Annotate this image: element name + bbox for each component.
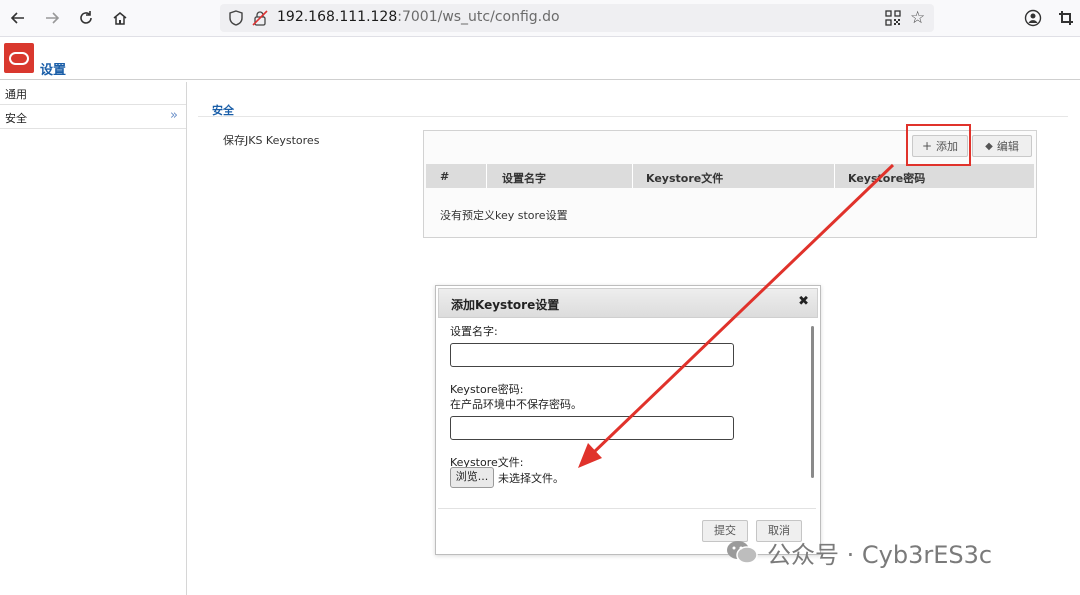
bookmark-star-icon[interactable]: ☆ (910, 8, 925, 28)
qr-code-icon[interactable] (885, 10, 901, 26)
watermark-text: 公众号 · Cyb3rES3c (767, 540, 993, 569)
table-header: # 设置名字 Keystore文件 Keystore密码 (426, 164, 1034, 188)
app-header: 设置 (0, 37, 1080, 80)
column-header-label: Keystore密码 (848, 172, 926, 185)
double-chevron-right-icon: » (170, 108, 178, 123)
sidebar-item-label: 通用 (5, 88, 27, 101)
dialog-header[interactable]: 添加Keystore设置 ✖ (438, 288, 818, 318)
dialog-scrollbar[interactable] (811, 326, 814, 478)
add-keystore-dialog: 添加Keystore设置 ✖ 设置名字: Keystore密码: 在产品环境中不… (435, 285, 821, 555)
account-icon[interactable] (1024, 9, 1042, 27)
no-file-selected-text: 未选择文件。 (498, 472, 564, 485)
empty-table-message: 没有预定义key store设置 (440, 209, 568, 222)
sidebar: 通用 安全 » (0, 82, 187, 595)
sidebar-item-label: 安全 (5, 112, 27, 125)
password-hint: 在产品环境中不保存密码。 (450, 398, 582, 411)
dialog-title: 添加Keystore设置 (451, 298, 560, 312)
password-label: Keystore密码: (450, 383, 524, 396)
url-path: :7001/ws_utc/config.do (397, 9, 560, 25)
sidebar-item-general[interactable]: 通用 (0, 82, 186, 105)
home-icon[interactable] (110, 8, 130, 28)
url-text[interactable]: 192.168.111.128:7001/ws_utc/config.do (277, 9, 560, 25)
browse-button[interactable]: 浏览... (450, 467, 494, 488)
url-host: 192.168.111.128 (277, 9, 398, 25)
forward-icon[interactable] (42, 8, 62, 28)
column-header-label: 设置名字 (502, 172, 546, 185)
oracle-logo-icon (4, 43, 34, 73)
insecure-lock-icon[interactable] (252, 10, 268, 26)
back-icon[interactable] (8, 8, 28, 28)
column-header[interactable]: Keystore文件 (634, 164, 835, 188)
shield-icon[interactable] (228, 10, 244, 26)
name-label: 设置名字: (450, 325, 498, 338)
sidebar-item-security[interactable]: 安全 » (0, 106, 186, 129)
reload-icon[interactable] (76, 8, 96, 28)
address-bar[interactable]: 192.168.111.128:7001/ws_utc/config.do ☆ (220, 4, 934, 32)
watermark: 公众号 · Cyb3rES3c (725, 533, 992, 571)
dialog-divider (438, 508, 816, 509)
column-header[interactable]: 设置名字 (488, 164, 633, 188)
setting-name-input[interactable] (450, 343, 734, 367)
column-header-label: Keystore文件 (646, 172, 724, 185)
tag-icon: ◆ (985, 140, 993, 152)
keystore-password-input[interactable] (450, 416, 734, 440)
column-header[interactable]: Keystore密码 (836, 164, 1034, 188)
app-title: 设置 (40, 63, 67, 78)
edit-button[interactable]: ◆ 编辑 (972, 135, 1032, 157)
close-icon[interactable]: ✖ (798, 294, 809, 309)
keystores-label: 保存JKS Keystores (223, 134, 320, 147)
edit-button-label: 编辑 (996, 140, 1019, 153)
wechat-icon (725, 538, 759, 566)
section-divider (198, 116, 1068, 117)
column-header-label: # (440, 170, 450, 183)
crop-icon[interactable] (1057, 9, 1075, 27)
column-header[interactable]: # (426, 164, 487, 188)
browser-toolbar: 192.168.111.128:7001/ws_utc/config.do ☆ (0, 0, 1080, 37)
highlight-add-button (906, 124, 971, 166)
